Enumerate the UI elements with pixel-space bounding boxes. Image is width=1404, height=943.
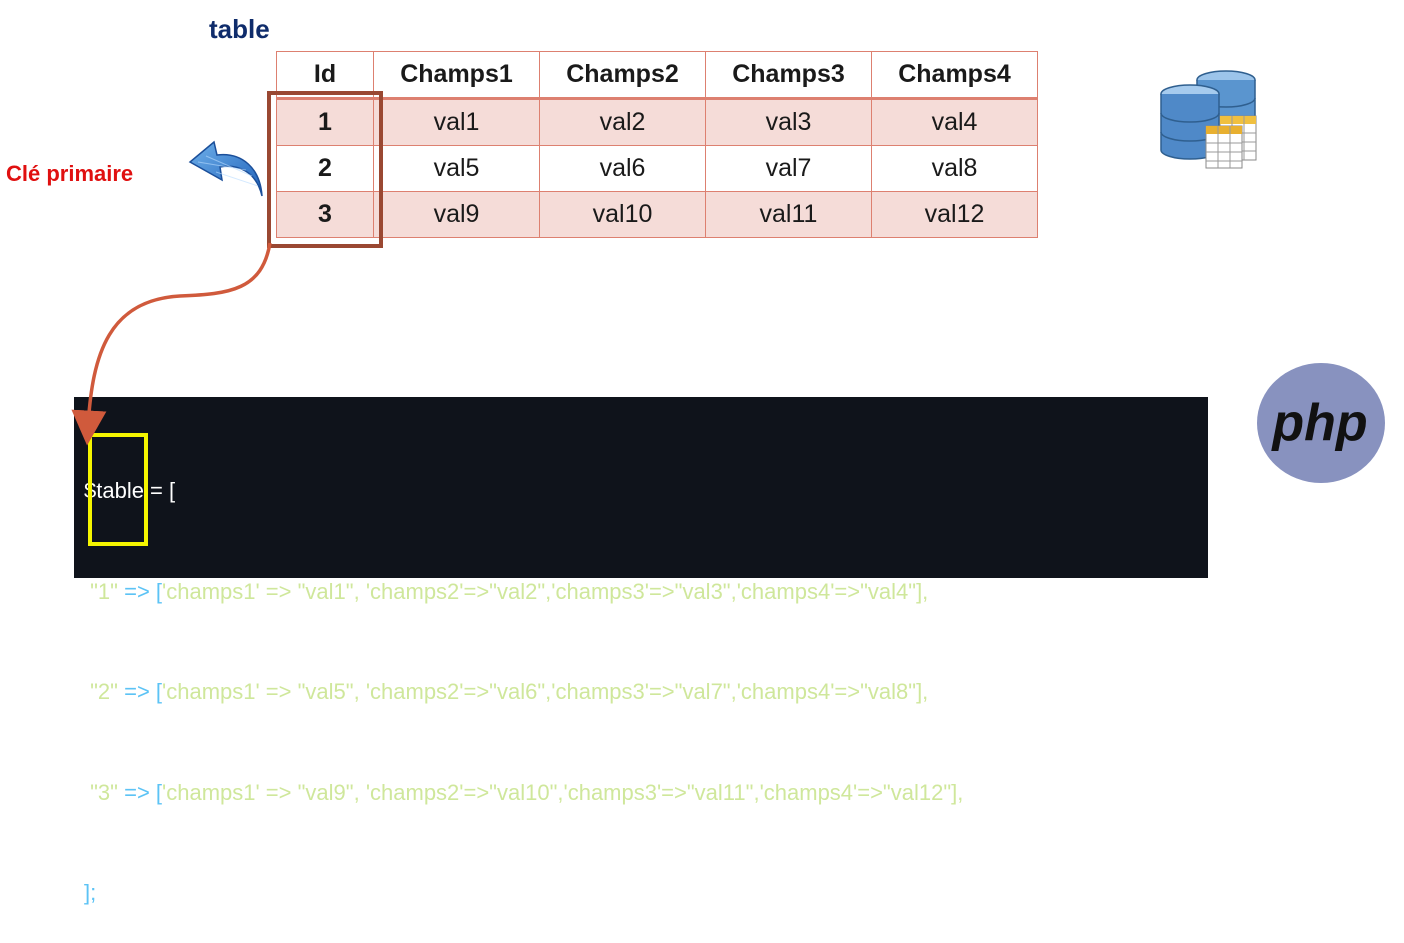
cell: val11 xyxy=(705,191,872,238)
code-arrow: => [ xyxy=(117,779,163,805)
cell: val5 xyxy=(373,145,540,192)
cell: val1 xyxy=(373,98,540,146)
primary-key-highlight xyxy=(267,91,383,248)
php-logo-icon: php xyxy=(1257,363,1385,483)
code-line-open: $table = [ xyxy=(84,474,1208,508)
header-champs1: Champs1 xyxy=(373,51,540,100)
code-key: "1" xyxy=(90,578,118,604)
data-table: Id Champs1 Champs2 Champs3 Champs4 1 val… xyxy=(276,51,1038,238)
code-line-close: ]; xyxy=(84,876,1208,910)
code-body: 'champs1' => "val5", 'champs2'=>"val6",'… xyxy=(162,679,929,704)
header-champs2: Champs2 xyxy=(539,51,706,100)
php-logo-text: php xyxy=(1270,394,1367,452)
curved-arrow-icon xyxy=(188,140,263,197)
code-line: "3" => ['champs1' => "val9", 'champs2'=>… xyxy=(84,776,1208,810)
code-close: ]; xyxy=(84,880,97,905)
cell: val4 xyxy=(871,98,1038,146)
cell: val6 xyxy=(539,145,706,192)
cell: val7 xyxy=(705,145,872,192)
code-arrow: => [ xyxy=(117,578,163,604)
cell: val2 xyxy=(539,98,706,146)
table-row: 2 val5 val6 val7 val8 xyxy=(276,145,1038,192)
code-body: 'champs1' => "val1", 'champs2'=>"val2",'… xyxy=(162,578,929,604)
cell: val3 xyxy=(705,98,872,146)
table-row: 3 val9 val10 val11 val12 xyxy=(276,191,1038,238)
primary-key-label: Clé primaire xyxy=(6,161,134,186)
code-key: "2" xyxy=(90,679,118,704)
database-icon xyxy=(1160,70,1257,169)
code-arrow: => [ xyxy=(117,679,163,704)
header-champs3: Champs3 xyxy=(705,51,872,100)
php-code-block: $table = [ "1" => ['champs1' => "val1", … xyxy=(74,397,1208,905)
cell: val12 xyxy=(871,191,1038,238)
code-line: "2" => ['champs1' => "val5", 'champs2'=>… xyxy=(84,675,1208,709)
code-line: "1" => ['champs1' => "val1", 'champs2'=>… xyxy=(84,575,1208,609)
table-row: 1 val1 val2 val3 val4 xyxy=(276,98,1038,146)
cell: val9 xyxy=(373,191,540,238)
code-key: "3" xyxy=(90,779,118,805)
code-body: 'champs1' => "val9", 'champs2'=>"val10",… xyxy=(162,779,964,805)
table-title: table xyxy=(209,14,270,44)
header-champs4: Champs4 xyxy=(871,51,1038,100)
cell: val10 xyxy=(539,191,706,238)
key-highlight xyxy=(88,433,148,546)
table-header-row: Id Champs1 Champs2 Champs3 Champs4 xyxy=(276,51,1038,100)
cell: val8 xyxy=(871,145,1038,192)
